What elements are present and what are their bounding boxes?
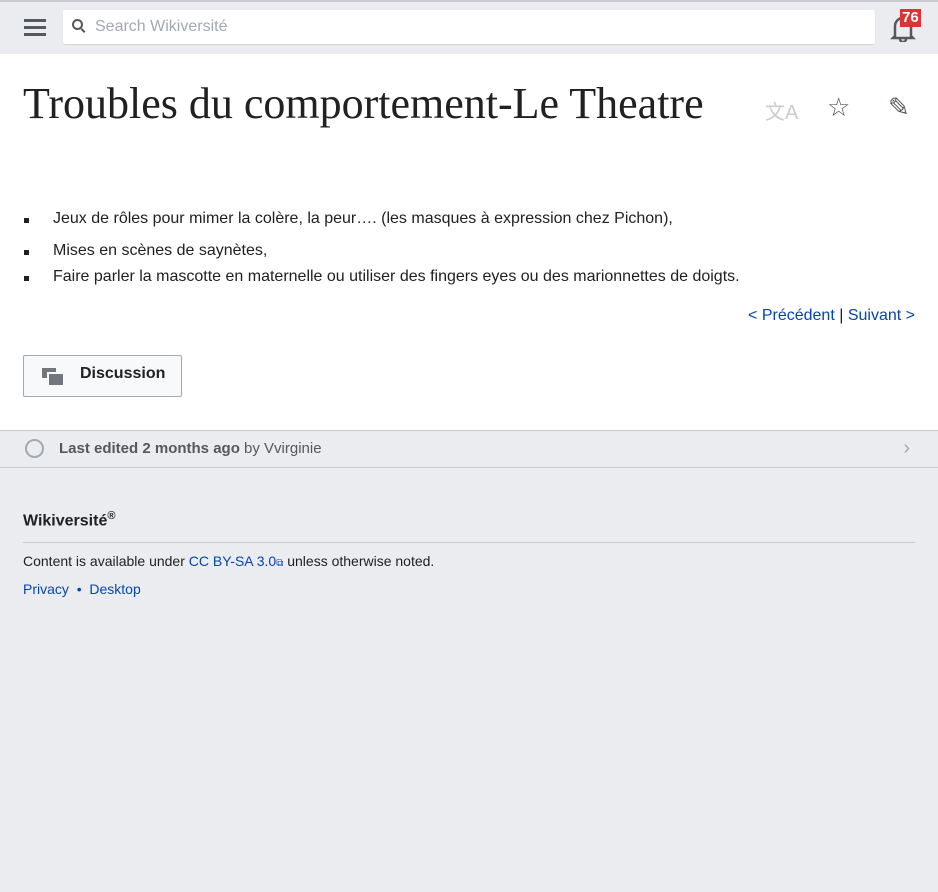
- search-icon: [72, 19, 83, 30]
- editor-name: Vvirginie: [264, 440, 322, 457]
- license-text-end: unless otherwise noted.: [287, 553, 435, 570]
- footer: Wikiversité® Content is available under …: [0, 510, 938, 597]
- license-text: Content is available under: [23, 553, 185, 570]
- desktop-link[interactable]: Desktop: [89, 581, 140, 597]
- by-label: by: [244, 440, 260, 457]
- language-icon[interactable]: 文A: [765, 96, 798, 125]
- registered-mark: ®: [107, 510, 116, 522]
- next-link[interactable]: Suivant >: [848, 307, 915, 324]
- previous-link[interactable]: < Précédent: [748, 307, 835, 324]
- license-link[interactable]: CC BY-SA 3.0: [189, 553, 276, 569]
- search-input[interactable]: [95, 10, 855, 44]
- last-edited-text: Last edited 2 months ago: [59, 440, 240, 457]
- privacy-link[interactable]: Privacy: [23, 581, 69, 597]
- header: 76: [0, 2, 938, 54]
- page-title: Troubles du comportement-Le Theatre: [23, 79, 704, 128]
- last-edited-bar[interactable]: Last edited 2 months ago by Vvirginie ›: [0, 431, 938, 468]
- star-icon[interactable]: ☆: [827, 92, 850, 123]
- page-content: Troubles du comportement-Le Theatre 文A ☆…: [0, 54, 938, 431]
- notification-badge[interactable]: 76: [900, 9, 921, 27]
- discussion-label: Discussion: [80, 365, 166, 382]
- chevron-right-icon: ›: [903, 437, 910, 459]
- discussion-icon-part: [47, 372, 63, 385]
- list-item: Mises en scènes de saynètes,: [24, 242, 740, 260]
- list-item: Jeux de rôles pour mimer la colère, la p…: [24, 210, 740, 228]
- edit-pencil-icon[interactable]: ✎: [888, 92, 910, 123]
- history-icon: [25, 439, 44, 458]
- list-item: Faire parler la mascotte en maternelle o…: [24, 268, 740, 285]
- footer-separator: •: [76, 581, 82, 598]
- discussion-button[interactable]: Discussion: [23, 355, 182, 397]
- search-box[interactable]: [63, 10, 875, 44]
- footer-brand: Wikiversité: [23, 512, 108, 530]
- bullet-list: Jeux de rôles pour mimer la colère, la p…: [24, 210, 740, 300]
- page-navigation: < Précédent | Suivant >: [748, 307, 915, 325]
- external-link-icon: ⧉: [276, 558, 284, 570]
- nav-separator: |: [839, 307, 844, 324]
- menu-icon[interactable]: [24, 19, 46, 37]
